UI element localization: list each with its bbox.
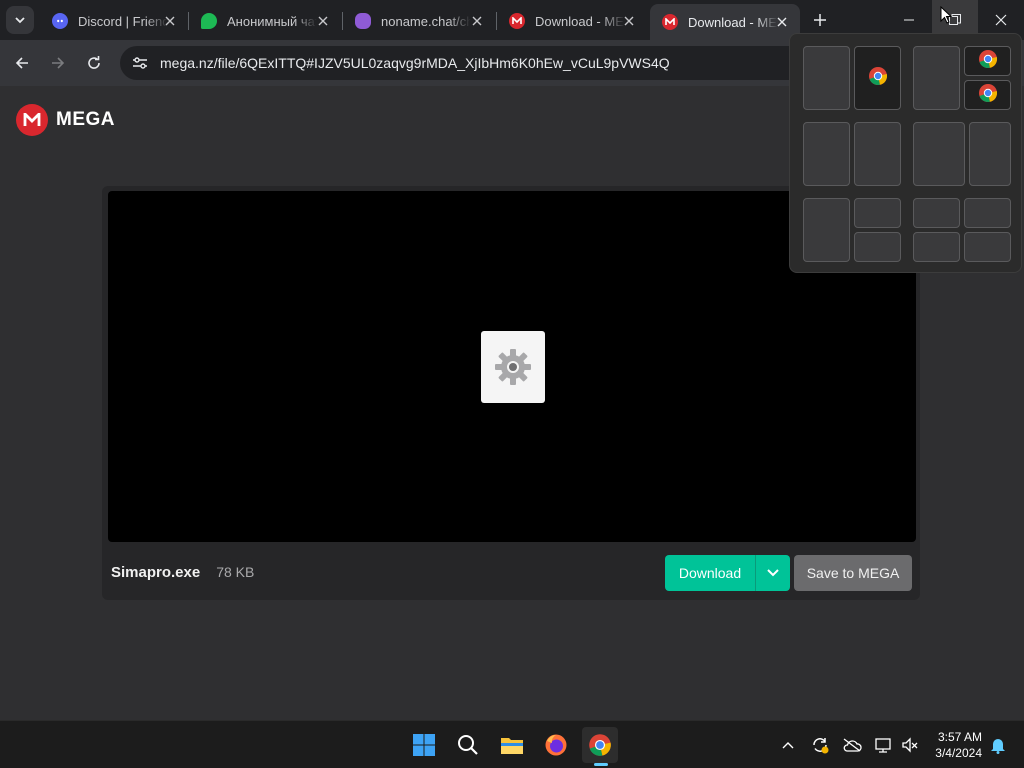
firefox-icon <box>545 734 567 756</box>
chevron-down-icon <box>15 17 25 24</box>
taskbar-search-button[interactable] <box>450 727 486 763</box>
windows-start-button[interactable] <box>406 727 442 763</box>
search-icon <box>458 735 478 755</box>
mega-icon <box>16 104 48 136</box>
download-options-button[interactable] <box>755 555 790 591</box>
onedrive-tray-icon[interactable] <box>840 733 864 757</box>
windows-start-icon <box>413 734 435 756</box>
snap-zone-top-right[interactable] <box>964 46 1011 76</box>
close-tab-icon[interactable] <box>469 13 485 29</box>
gear-file-icon <box>481 331 545 403</box>
file-explorer-icon <box>501 738 523 754</box>
sync-tray-icon[interactable] <box>808 733 832 757</box>
tab-mega-download-active[interactable]: Download - MEGA <box>650 4 800 40</box>
snap-zone-bottom-left[interactable] <box>913 232 960 262</box>
snap-zone-right-half[interactable] <box>854 46 901 110</box>
close-tab-icon[interactable] <box>162 13 178 29</box>
volume-tray-icon[interactable] <box>898 733 922 757</box>
show-hidden-icons-button[interactable] <box>776 733 800 757</box>
chrome-icon <box>978 49 998 74</box>
tab-title: Анонимный чат <box>227 13 317 29</box>
snap-zone-bottom-right[interactable] <box>964 80 1011 110</box>
snap-zone-top-right[interactable] <box>964 198 1011 228</box>
network-icon <box>875 738 891 753</box>
tab-discord[interactable]: Discord | Friends <box>40 6 188 36</box>
file-size: 78 KB <box>216 564 255 580</box>
minimize-icon <box>904 19 914 21</box>
snap-zone-left-wide[interactable] <box>913 122 965 186</box>
clock-date: 3/4/2024 <box>935 746 982 760</box>
back-button[interactable] <box>8 49 36 77</box>
close-tab-icon[interactable] <box>774 14 790 30</box>
mega-logo[interactable]: MEGA <box>16 104 115 136</box>
tab-title: noname.chat/chat <box>381 13 471 29</box>
close-tab-icon[interactable] <box>315 13 331 29</box>
mouse-cursor-icon <box>940 6 953 24</box>
tab-title: Discord | Friends <box>78 13 168 29</box>
chevron-up-icon <box>782 742 794 749</box>
arrow-right-icon <box>52 57 65 69</box>
tab-title: Download - MEGA <box>688 14 778 30</box>
close-icon <box>995 14 1007 26</box>
chrome-icon <box>868 66 888 91</box>
save-to-mega-button[interactable]: Save to MEGA <box>794 555 912 591</box>
discord-icon <box>52 13 68 29</box>
address-bar[interactable]: mega.nz/file/6QExITTQ#IJZV5UL0zaqvg9rMDA… <box>120 46 810 80</box>
tab-title: Download - MEGA <box>535 13 625 29</box>
reload-icon <box>88 56 100 69</box>
chrome-icon <box>589 734 611 756</box>
tab-anonymous-chat[interactable]: Анонимный чат <box>189 6 341 36</box>
tab-noname-chat[interactable]: noname.chat/chat <box>343 6 495 36</box>
active-app-indicator <box>594 763 608 766</box>
taskbar: 3:57 AM 3/4/2024 <box>0 720 1024 768</box>
snap-zone-top-right[interactable] <box>854 198 901 228</box>
firefox-button[interactable] <box>538 727 574 763</box>
chat-bubble-icon <box>201 13 217 29</box>
notifications-button[interactable] <box>986 733 1010 757</box>
url-text: mega.nz/file/6QExITTQ#IJZV5UL0zaqvg9rMDA… <box>160 55 670 71</box>
mega-icon <box>662 14 678 30</box>
download-button[interactable]: Download <box>665 555 755 591</box>
chat-hearts-icon <box>355 13 371 29</box>
snap-zone-left-half[interactable] <box>913 46 960 110</box>
site-info-icon[interactable] <box>130 53 150 73</box>
tab-search-button[interactable] <box>6 6 34 34</box>
tab-mega-download[interactable]: Download - MEGA <box>497 6 647 36</box>
file-name: Simapro.exe <box>111 564 201 581</box>
reload-button[interactable] <box>80 49 108 77</box>
snap-zone-left-half[interactable] <box>803 122 850 186</box>
plus-icon <box>814 14 826 26</box>
snap-zone-left-half[interactable] <box>803 198 850 262</box>
system-clock[interactable]: 3:57 AM 3/4/2024 <box>935 729 982 761</box>
brand-name: MEGA <box>56 109 115 130</box>
chrome-taskbar-button[interactable] <box>582 727 618 763</box>
chevron-down-icon <box>767 569 779 577</box>
mega-icon <box>509 13 525 29</box>
chrome-icon <box>978 83 998 108</box>
cloud-off-icon <box>843 738 862 752</box>
file-explorer-button[interactable] <box>494 727 530 763</box>
sync-icon <box>813 738 829 754</box>
close-tab-icon[interactable] <box>621 13 637 29</box>
new-tab-button[interactable] <box>808 8 832 32</box>
snap-zone-right-half[interactable] <box>854 122 901 186</box>
snap-zone-right-narrow[interactable] <box>969 122 1011 186</box>
speaker-muted-icon <box>902 737 918 753</box>
snap-zone-bottom-right[interactable] <box>854 232 901 262</box>
snap-zone-left-half[interactable] <box>803 46 850 110</box>
file-info: Simapro.exe 78 KB <box>111 564 254 581</box>
network-tray-icon[interactable] <box>872 733 896 757</box>
clock-time: 3:57 AM <box>937 730 982 744</box>
snap-layouts-flyout <box>789 33 1022 273</box>
forward-button[interactable] <box>44 49 72 77</box>
arrow-left-icon <box>15 57 28 69</box>
snap-zone-bottom-right[interactable] <box>964 232 1011 262</box>
snap-zone-top-left[interactable] <box>913 198 960 228</box>
bell-icon <box>991 739 1005 754</box>
